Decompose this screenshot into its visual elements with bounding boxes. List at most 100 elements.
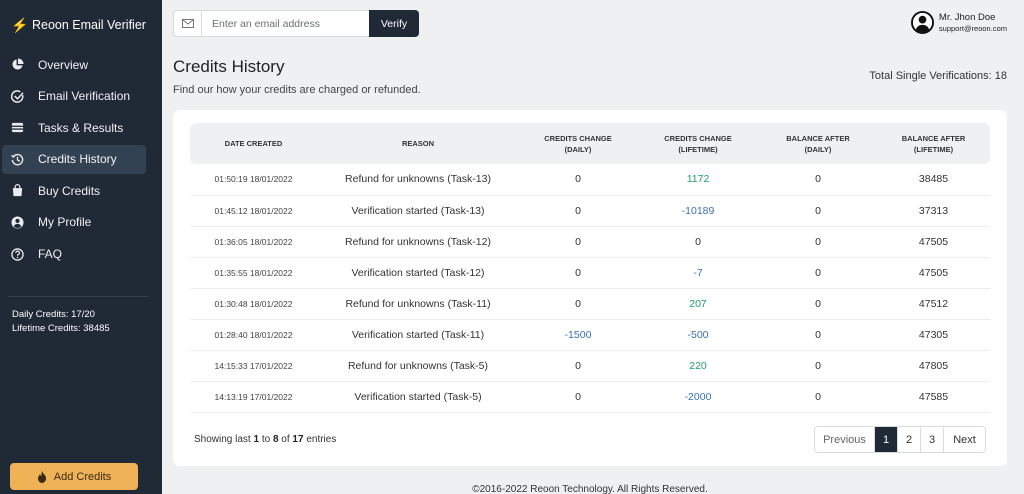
verify-button[interactable]: Verify (369, 10, 419, 37)
balance-daily-cell: 0 (759, 226, 877, 258)
date-cell: 01:36:05 18/01/2022 (190, 226, 317, 258)
email-input[interactable] (202, 17, 362, 30)
total-single-verifications: Total Single Verifications: 18 (869, 70, 1007, 82)
table-header-row: DATE CREATED REASON CREDITS CHANGE (DAILY) C… (190, 123, 990, 164)
reason-cell: Refund for unknowns (Task-5) (317, 350, 519, 382)
date-cell: 14:13:19 17/01/2022 (190, 381, 317, 413)
table-row: 01:50:19 18/01/2022 Refund for unknowns (… (190, 164, 990, 196)
credits-change-lifetime-cell: -10189 (637, 195, 759, 227)
credits-history-card: DATE CREATED REASON CREDITS CHANGE (DAILY) C… (173, 110, 1007, 466)
footer-copyright: ©2016-2022 Reoon Technology. All Rights … (472, 484, 708, 494)
sidebar-item-credits-history[interactable]: Credits History (2, 144, 146, 174)
sidebar-item-email-verification[interactable]: Email Verification (2, 82, 146, 111)
page-3-button[interactable]: 3 (921, 427, 944, 452)
credits-change-lifetime-cell: 220 (637, 350, 759, 382)
balance-lifetime-cell: 47805 (877, 350, 990, 382)
add-credits-button[interactable]: Add Credits (10, 463, 138, 490)
column-header: DATE CREATED (190, 123, 317, 164)
pie-chart-icon (11, 58, 38, 71)
page-2-button[interactable]: 2 (898, 427, 921, 452)
list-icon (11, 121, 38, 134)
credits-change-lifetime-cell: -500 (637, 319, 759, 351)
table-row: 01:36:05 18/01/2022 Refund for unknowns (… (190, 226, 990, 258)
credits-change-lifetime-cell: 207 (637, 288, 759, 320)
credits-change-daily-cell: 0 (519, 350, 637, 382)
user-menu[interactable]: Mr. Jhon Doe support@reoon.com (910, 11, 1007, 34)
showing-prefix: Showing last (194, 434, 251, 445)
column-header-line: (LIFETIME) (913, 144, 954, 154)
user-avatar-icon (910, 11, 934, 34)
balance-lifetime-cell: 47512 (877, 288, 990, 320)
page-title: Credits History (173, 57, 285, 76)
sidebar-item-label: Email Verification (38, 89, 131, 104)
add-credits-label: Add Credits (53, 470, 112, 483)
credits-change-daily-cell: 0 (519, 257, 637, 289)
history-icon (11, 153, 38, 166)
daily-credits-text: Daily Credits: 17/20 (12, 309, 95, 320)
date-cell: 01:30:48 18/01/2022 (190, 288, 317, 320)
sidebar-item-overview[interactable]: Overview (2, 50, 146, 79)
balance-daily-cell: 0 (759, 195, 877, 227)
column-header-line: (DAILY) (804, 144, 832, 154)
brand[interactable]: ⚡ Reoon Email Verifier (0, 0, 162, 50)
showing-total: 17 (292, 434, 304, 445)
balance-daily-cell: 0 (759, 319, 877, 351)
showing-of-word: of (281, 434, 290, 445)
user-name: Mr. Jhon Doe (938, 11, 996, 23)
column-header: REASON (317, 123, 519, 164)
credits-change-daily-cell: 0 (519, 381, 637, 413)
balance-daily-cell: 0 (759, 164, 877, 196)
table-row: 01:35:55 18/01/2022 Verification started … (190, 257, 990, 289)
credits-change-daily-cell: 0 (519, 164, 637, 196)
previous-page-button[interactable]: Previous (815, 427, 875, 452)
balance-lifetime-cell: 38485 (877, 164, 990, 196)
credits-history-table: DATE CREATED REASON CREDITS CHANGE (DAILY) C… (190, 123, 990, 413)
date-cell: 01:45:12 18/01/2022 (190, 195, 317, 227)
user-circle-icon (11, 216, 38, 229)
credits-change-daily-cell: 0 (519, 226, 637, 258)
fire-icon (37, 470, 46, 483)
showing-from: 1 (253, 434, 260, 445)
reason-cell: Verification started (Task-13) (317, 195, 519, 227)
reason-cell: Refund for unknowns (Task-12) (317, 226, 519, 258)
sidebar-item-faq[interactable]: FAQ (2, 240, 146, 269)
sidebar-item-label: Overview (38, 57, 89, 72)
column-header-line: BALANCE AFTER (901, 133, 966, 143)
sidebar-credits: Daily Credits: 17/20 Lifetime Credits: 3… (12, 308, 110, 336)
sidebar-item-my-profile[interactable]: My Profile (2, 208, 146, 237)
sidebar-item-label: Credits History (38, 152, 117, 167)
credits-change-lifetime-cell: -2000 (637, 381, 759, 413)
credits-change-lifetime-cell: 1172 (637, 164, 759, 196)
table-row: 14:15:33 17/01/2022 Refund for unknowns (… (190, 350, 990, 382)
column-header-line: REASON (401, 139, 435, 148)
sidebar-item-tasks-and-results[interactable]: Tasks & Results (2, 113, 146, 142)
sidebar-nav: Overview Email Verification Tasks & Result… (0, 50, 162, 269)
balance-daily-cell: 0 (759, 288, 877, 320)
balance-daily-cell: 0 (759, 350, 877, 382)
date-cell: 14:15:33 17/01/2022 (190, 350, 317, 382)
lifetime-credits-text: Lifetime Credits: 38485 (12, 323, 110, 334)
reason-cell: Verification started (Task-11) (317, 319, 519, 351)
sidebar-item-buy-credits[interactable]: Buy Credits (2, 176, 146, 205)
column-header-line: (LIFETIME) (678, 144, 718, 154)
column-header: BALANCE AFTER (DAILY) (759, 123, 877, 164)
email-search-box (173, 10, 370, 37)
balance-lifetime-cell: 47505 (877, 226, 990, 258)
column-header: CREDITS CHANGE (LIFETIME) (637, 123, 759, 164)
question-circle-icon (11, 247, 38, 261)
column-header-line: (DAILY) (564, 144, 592, 154)
mail-icon (174, 11, 202, 36)
pagination: Previous 1 2 3 Next (814, 426, 986, 453)
sidebar-item-label: FAQ (38, 247, 63, 262)
page-1-button[interactable]: 1 (875, 427, 898, 452)
column-header-line: DATE CREATED (224, 139, 283, 148)
reason-cell: Verification started (Task-12) (317, 257, 519, 289)
check-circle-icon (11, 89, 38, 103)
balance-daily-cell: 0 (759, 257, 877, 289)
column-header: CREDITS CHANGE (DAILY) (519, 123, 637, 164)
table-row: 01:45:12 18/01/2022 Verification started … (190, 195, 990, 227)
reason-cell: Verification started (Task-5) (317, 381, 519, 413)
credits-change-daily-cell: -1500 (519, 319, 637, 351)
table-row: 01:28:40 18/01/2022 Verification started … (190, 319, 990, 351)
next-page-button[interactable]: Next (944, 427, 985, 452)
